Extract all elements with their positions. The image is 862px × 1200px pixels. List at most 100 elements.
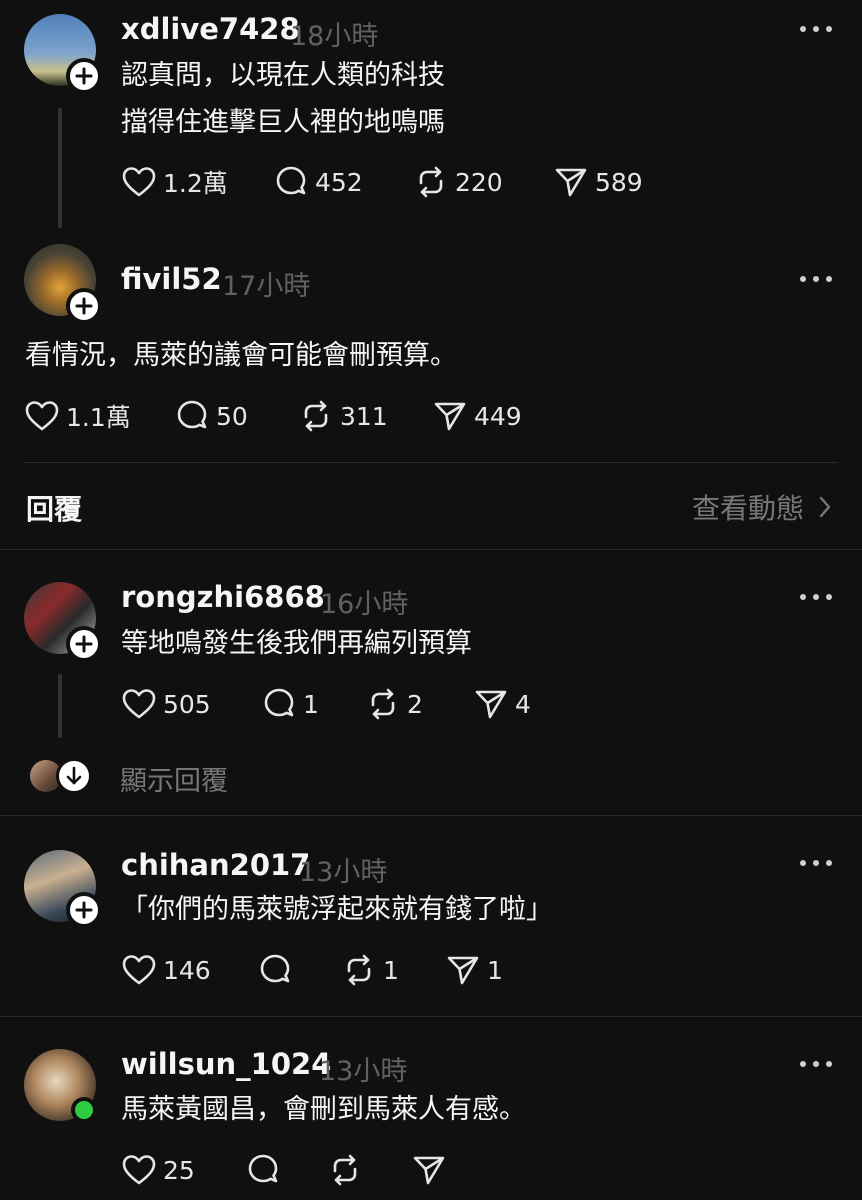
like-count: 146 — [163, 955, 211, 985]
repost-count: 311 — [340, 401, 388, 431]
reply-text-line-1: 等地鳴發生後我們再編列預算 — [121, 628, 472, 659]
share-count: 449 — [474, 401, 522, 431]
share-count: 589 — [595, 167, 643, 197]
share-count: 1 — [487, 955, 503, 985]
repost-button[interactable]: 1 — [341, 952, 399, 988]
post-text-line-2: 擋得住進擊巨人裡的地鳴嗎 — [121, 107, 445, 138]
reply-chihan2017: chihan2017 13小時 「你們的馬萊號浮起來就有錢了啦」 146 1 1 — [0, 816, 862, 1016]
repost-count: 1 — [383, 955, 399, 985]
repost-icon — [347, 954, 371, 986]
username[interactable]: willsun_1024 — [121, 1047, 331, 1081]
more-options-button[interactable] — [800, 274, 832, 284]
action-bar: 146 1 1 — [121, 952, 621, 988]
reply-text-line-1: 「你們的馬萊號浮起來就有錢了啦」 — [121, 894, 553, 925]
action-bar: 25 — [121, 1152, 621, 1188]
repost-button[interactable]: 311 — [298, 398, 388, 434]
like-button[interactable]: 1.1萬 — [24, 398, 131, 434]
username[interactable]: xdlive7428 — [121, 12, 300, 46]
thread-line — [58, 108, 62, 228]
like-count: 1.1萬 — [66, 403, 131, 432]
comment-bubble-icon — [276, 166, 306, 195]
repost-count: 220 — [455, 167, 503, 197]
comment-button[interactable] — [257, 952, 293, 988]
timestamp: 16小時 — [320, 589, 409, 620]
post-fivil52: fivil52 17小時 看情況，馬萊的議會可能會刪預算。 1.1萬 50 31… — [0, 230, 862, 462]
view-activity-label: 查看動態 — [691, 492, 804, 525]
show-replies-button[interactable]: 顯示回覆 — [30, 756, 330, 797]
action-bar: 1.1萬 50 311 449 — [24, 398, 624, 434]
heart-icon — [122, 689, 156, 719]
thread-line — [58, 674, 62, 738]
more-options-button[interactable] — [800, 1059, 832, 1069]
action-bar: 1.2萬 452 220 589 — [121, 164, 721, 200]
follow-button[interactable] — [66, 58, 102, 94]
send-icon — [475, 690, 507, 719]
username[interactable]: chihan2017 — [121, 848, 310, 882]
repost-icon — [304, 400, 328, 432]
repost-icon — [333, 1154, 357, 1186]
repost-button[interactable]: 2 — [365, 686, 423, 722]
comment-button[interactable]: 452 — [273, 164, 363, 200]
more-options-button[interactable] — [800, 858, 832, 868]
more-options-button[interactable] — [800, 24, 832, 34]
repost-button[interactable] — [327, 1152, 363, 1188]
plus-icon — [75, 635, 93, 653]
follow-button[interactable] — [66, 288, 102, 324]
follow-button[interactable] — [66, 626, 102, 662]
replies-title: 回覆 — [26, 493, 83, 526]
plus-icon — [75, 901, 93, 919]
more-options-button[interactable] — [800, 592, 832, 602]
timestamp: 17小時 — [222, 271, 311, 302]
share-button[interactable]: 449 — [432, 398, 522, 434]
chevron-right-icon — [819, 496, 831, 518]
heart-icon — [122, 167, 156, 197]
timestamp: 13小時 — [299, 857, 388, 888]
show-replies-label: 顯示回覆 — [120, 766, 228, 797]
like-button[interactable]: 505 — [121, 686, 211, 722]
comment-bubble-icon — [248, 1154, 278, 1183]
post-xdlive7428: xdlive7428 18小時 認真問，以現在人類的科技 擋得住進擊巨人裡的地鳴… — [0, 0, 862, 230]
expand-replies-badge — [56, 758, 92, 794]
like-count: 25 — [163, 1155, 195, 1185]
repost-icon — [419, 166, 443, 198]
comment-count: 1 — [303, 689, 319, 719]
comment-button[interactable] — [245, 1152, 281, 1188]
action-bar: 505 1 2 4 — [121, 686, 621, 722]
reply-willsun_1024: willsun_1024 13小時 馬萊黃國昌，會刪到馬萊人有感。 25 — [0, 1017, 862, 1200]
repost-count: 2 — [407, 689, 423, 719]
like-button[interactable]: 146 — [121, 952, 211, 988]
heart-icon — [122, 1155, 156, 1185]
online-status-indicator — [71, 1097, 97, 1123]
view-activity-link[interactable]: 查看動態 — [692, 487, 832, 527]
repost-button[interactable]: 220 — [413, 164, 503, 200]
comment-count: 452 — [315, 167, 363, 197]
comment-bubble-icon — [264, 688, 294, 717]
send-icon — [447, 956, 479, 985]
username[interactable]: fivil52 — [121, 262, 222, 296]
like-button[interactable]: 25 — [121, 1152, 195, 1188]
heart-icon — [25, 401, 59, 431]
arrow-down-icon — [66, 766, 82, 785]
send-icon — [413, 1156, 445, 1185]
like-button[interactable]: 1.2萬 — [121, 164, 228, 200]
share-button[interactable] — [411, 1152, 447, 1188]
heart-icon — [122, 955, 156, 985]
username[interactable]: rongzhi6868 — [121, 580, 325, 614]
share-count: 4 — [515, 689, 531, 719]
send-icon — [434, 402, 466, 431]
share-button[interactable]: 589 — [553, 164, 643, 200]
repost-icon — [371, 688, 395, 720]
follow-button[interactable] — [66, 892, 102, 928]
comment-button[interactable]: 50 — [174, 398, 248, 434]
comment-count: 50 — [216, 401, 248, 431]
like-count: 1.2萬 — [163, 169, 228, 198]
send-icon — [555, 168, 587, 197]
share-button[interactable]: 4 — [473, 686, 531, 722]
post-text-line-1: 看情況，馬萊的議會可能會刪預算。 — [25, 340, 457, 371]
post-text-line-1: 認真問，以現在人類的科技 — [121, 60, 445, 91]
reply-text-line-1: 馬萊黃國昌，會刪到馬萊人有感。 — [121, 1094, 526, 1125]
comment-bubble-icon — [260, 954, 290, 983]
comment-button[interactable]: 1 — [261, 686, 319, 722]
timestamp: 13小時 — [319, 1056, 408, 1087]
share-button[interactable]: 1 — [445, 952, 503, 988]
